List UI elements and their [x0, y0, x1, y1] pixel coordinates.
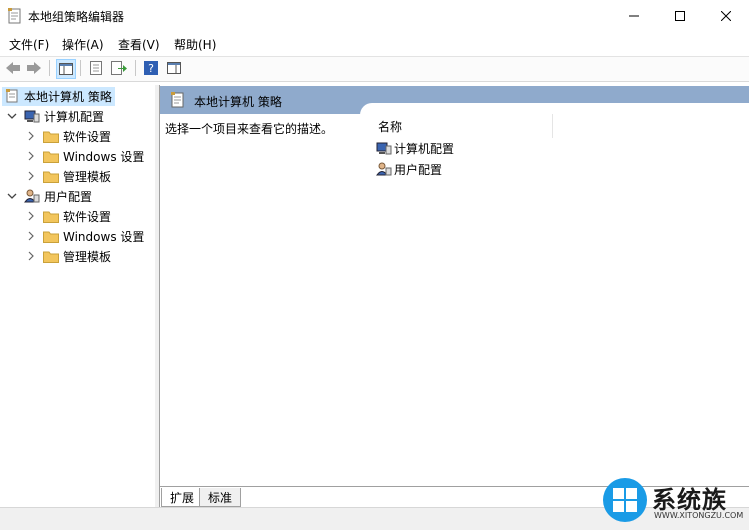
policy-document-icon [171, 92, 185, 108]
tree-item-windows-settings[interactable]: Windows 设置 [0, 226, 155, 246]
tree-item-label: 管理模板 [63, 169, 112, 184]
tree-item-root[interactable]: 本地计算机 策略 [2, 86, 157, 106]
description-text: 选择一个项目来查看它的描述。 [165, 122, 334, 136]
tree-item-label: 软件设置 [63, 129, 112, 144]
watermark-brand: 系统族 [652, 486, 727, 514]
close-button[interactable] [703, 0, 749, 32]
tree-item-label: 管理模板 [63, 249, 112, 264]
tree-item-label: Windows 设置 [63, 229, 145, 244]
list-item-label: 用户配置 [394, 162, 443, 177]
chevron-right-icon[interactable] [25, 230, 37, 242]
tree-item-label: 本地计算机 策略 [24, 89, 112, 104]
user-icon [24, 189, 40, 203]
export-list-button[interactable] [110, 59, 128, 77]
computer-icon [24, 109, 40, 123]
minimize-icon [629, 15, 639, 17]
tree-item-label: 计算机配置 [44, 109, 105, 124]
menu-file[interactable]: 文件(F) [9, 36, 49, 53]
forward-button[interactable] [25, 59, 43, 77]
chevron-right-icon[interactable] [25, 150, 37, 162]
folder-icon [43, 249, 59, 263]
window-title: 本地组策略编辑器 [28, 10, 125, 24]
menu-view[interactable]: 查看(V) [118, 36, 160, 53]
folder-icon [43, 229, 59, 243]
toolbar-separator [80, 60, 81, 76]
show-hide-tree-button[interactable] [56, 59, 76, 79]
details-pane [160, 85, 749, 507]
back-button[interactable] [4, 59, 22, 77]
tree-item-user-config[interactable]: 用户配置 [0, 186, 155, 206]
toolbar-separator [135, 60, 136, 76]
console-tree-icon [59, 63, 73, 75]
menu-bar [0, 32, 749, 54]
action-pane-icon [167, 62, 181, 74]
folder-icon [43, 169, 59, 183]
computer-icon [376, 141, 392, 155]
export-list-icon [111, 61, 127, 75]
chevron-right-icon[interactable] [25, 250, 37, 262]
tree-item-software-settings[interactable]: 软件设置 [0, 206, 155, 226]
back-arrow-icon [6, 62, 20, 74]
tree-item-label: 软件设置 [63, 209, 112, 224]
chevron-right-icon[interactable] [25, 210, 37, 222]
toolbar-separator [49, 60, 50, 76]
user-icon [376, 162, 392, 176]
list-item-label: 计算机配置 [394, 141, 455, 156]
tree-item-computer-config[interactable]: 计算机配置 [0, 106, 155, 126]
watermark-url: WWW.XITONGZU.COM [654, 511, 744, 520]
list-item-computer-config[interactable]: 计算机配置 [376, 138, 454, 158]
tree-item-admin-templates[interactable]: 管理模板 [0, 246, 155, 266]
minimize-button[interactable] [611, 0, 657, 32]
policy-document-icon [8, 8, 22, 24]
watermark-logo: 系统族 WWW.XITONGZU.COM [600, 472, 749, 529]
folder-icon [43, 129, 59, 143]
menu-action[interactable]: 操作(A) [62, 36, 104, 53]
forward-arrow-icon [27, 62, 41, 74]
menu-help[interactable]: 帮助(H) [174, 36, 216, 53]
help-button[interactable]: ? [142, 59, 160, 77]
tree-item-admin-templates[interactable]: 管理模板 [0, 166, 155, 186]
tab-standard[interactable]: 标准 [199, 488, 242, 507]
chevron-right-icon[interactable] [25, 130, 37, 142]
folder-icon [43, 209, 59, 223]
list-column-header[interactable]: 名称 [370, 114, 553, 138]
properties-icon [90, 61, 102, 75]
details-header-title: 本地计算机 策略 [194, 95, 282, 109]
column-name-label: 名称 [378, 120, 403, 134]
chevron-right-icon[interactable] [25, 170, 37, 182]
close-icon [721, 11, 731, 21]
folder-icon [43, 149, 59, 163]
chevron-down-icon[interactable] [6, 110, 18, 122]
tree-item-software-settings[interactable]: 软件设置 [0, 126, 155, 146]
list-item-user-config[interactable]: 用户配置 [376, 159, 442, 179]
help-icon: ? [144, 61, 158, 75]
properties-button[interactable] [87, 59, 105, 77]
policy-document-icon [4, 89, 20, 103]
show-action-pane-button[interactable] [165, 59, 183, 77]
tree-item-label: 用户配置 [44, 189, 93, 204]
maximize-button[interactable] [657, 0, 703, 32]
tree-item-windows-settings[interactable]: Windows 设置 [0, 146, 155, 166]
tab-extended[interactable]: 扩展 [161, 488, 204, 507]
svg-text:?: ? [148, 62, 154, 75]
maximize-icon [675, 11, 685, 21]
chevron-down-icon[interactable] [6, 190, 18, 202]
tree-item-label: Windows 设置 [63, 149, 145, 164]
